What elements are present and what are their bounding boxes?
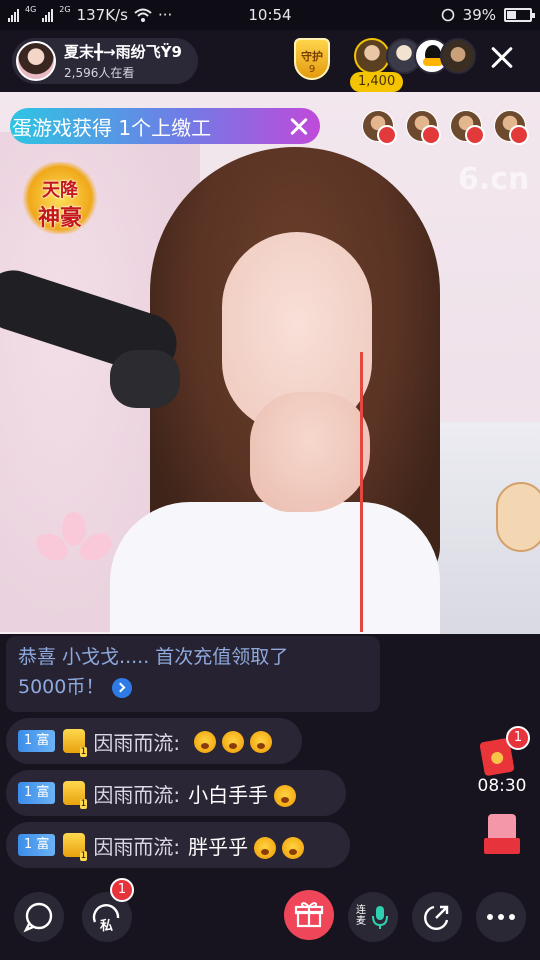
host-info[interactable]: 夏末╋→雨纷飞Ϋ9 2,596人在看: [12, 38, 198, 84]
host-name: 夏末╋→雨纷飞Ϋ9: [64, 43, 182, 61]
chat-button[interactable]: [14, 892, 64, 942]
guard-level: 9: [308, 64, 316, 75]
marquee-notice[interactable]: 蛋游戏获得 1个上缴工: [10, 108, 320, 144]
headphone-cable: [360, 352, 363, 632]
sleepy-emoji-icon: [250, 731, 273, 754]
fan-list: [362, 110, 529, 145]
battery-icon: [504, 8, 535, 22]
gold-badge-bottom: 神豪: [37, 206, 82, 231]
microphone-head: [110, 350, 180, 408]
chat-text: [188, 729, 273, 754]
crying-emoji-icon: [274, 785, 297, 807]
coin-badge: 1,400: [350, 72, 404, 92]
viewer-count: 2,596人在看: [64, 66, 135, 80]
more-button[interactable]: [476, 892, 526, 942]
share-button[interactable]: [412, 892, 462, 942]
guard-label: 守护: [301, 50, 323, 63]
gold-badge-top: 天降: [42, 180, 78, 201]
chat-username[interactable]: 因雨而流:: [93, 727, 180, 756]
wealth-level-badge: 1 富: [18, 730, 56, 752]
close-notice-icon[interactable]: [288, 115, 310, 137]
wifi-icon: [134, 8, 152, 22]
vip-level: 1: [79, 851, 88, 861]
streamer-hand: [250, 392, 370, 512]
host-avatar[interactable]: [16, 41, 56, 81]
tianjiang-shenhao-badge[interactable]: 天降 神豪: [22, 162, 98, 234]
wealth-level-badge: 1 富: [18, 782, 56, 804]
vip-badge-icon: 1: [63, 833, 88, 861]
signal-tag-2g: 2G: [59, 5, 71, 14]
chat-message[interactable]: 1 富 1 因雨而流:: [6, 718, 302, 764]
signal-icon-2: [42, 8, 54, 22]
watermark-logo: 6.cn: [458, 162, 530, 197]
chat-text: 小白手手: [188, 779, 297, 808]
status-bar: 4G 2G 137K/s ··· 10:54 39%: [0, 0, 540, 30]
chat-text-content: 小白手手: [188, 782, 269, 807]
guard-badge[interactable]: 守护 9: [288, 38, 336, 84]
chat-bubble-icon: [23, 902, 53, 933]
surprised-emoji-icon: [194, 731, 217, 754]
surprised-emoji-icon: [222, 731, 245, 754]
activity-cup-icon[interactable]: [484, 814, 520, 856]
chat-message[interactable]: 1 富 1 因雨而流: 小白手手: [6, 770, 346, 816]
private-label: 私: [100, 919, 114, 934]
red-packet-timer: 08:30: [477, 776, 527, 796]
close-icon[interactable]: [484, 40, 520, 76]
vip-badge-icon: 1: [63, 729, 88, 757]
host-text: 夏末╋→雨纷飞Ϋ9 2,596人在看: [64, 41, 182, 81]
congrats-line-2: 5000币！: [18, 672, 368, 702]
fan-avatar[interactable]: [450, 110, 485, 145]
link-mic-button[interactable]: 连麦: [348, 892, 398, 942]
crying-emoji-icon: [254, 837, 277, 859]
wealth-level-badge: 1 富: [18, 834, 56, 856]
battery-level: [507, 11, 516, 19]
chat-text: 胖乎乎: [188, 831, 305, 860]
more-status-icon: ···: [157, 6, 173, 24]
viewer-avatar[interactable]: [354, 38, 390, 74]
gift-icon: [294, 902, 324, 928]
red-packet-count-badge: 1: [506, 726, 530, 750]
streamer-shirt: [110, 502, 440, 634]
private-message-badge: 1: [110, 878, 134, 902]
chat-username[interactable]: 因雨而流:: [93, 779, 180, 808]
room-header: 夏末╋→雨纷飞Ϋ9 2,596人在看 守护 9: [0, 30, 540, 92]
crying-emoji-icon: [282, 837, 305, 859]
fan-avatar[interactable]: [494, 110, 529, 145]
share-icon: [424, 905, 449, 930]
signal-icon: [8, 8, 19, 22]
gift-button[interactable]: [284, 890, 334, 940]
network-speed: 137K/s: [76, 6, 128, 24]
vip-badge-icon: 1: [63, 781, 88, 809]
status-right: 39%: [441, 6, 535, 24]
microphone-icon: [372, 906, 388, 929]
congrats-line-1: 恭喜 小戈戈..... 首次充值领取了: [18, 646, 289, 668]
alarm-icon: [441, 8, 454, 22]
system-congrats-message: 恭喜 小戈戈..... 首次充值领取了 5000币！: [6, 636, 380, 712]
vip-level: 1: [79, 747, 88, 757]
chat-text-content: 胖乎乎: [188, 834, 249, 859]
battery-percent: 39%: [462, 6, 496, 24]
notice-text: 蛋游戏获得 1个上缴工: [12, 115, 212, 140]
fan-avatar[interactable]: [362, 110, 397, 145]
more-dots-icon: [487, 914, 515, 920]
bear-sticker-icon: [496, 482, 540, 552]
live-video[interactable]: 6.cn 天降 神豪 蛋游戏获得 1个上缴工: [0, 92, 540, 634]
fan-avatar[interactable]: [406, 110, 441, 145]
chat-message[interactable]: 1 富 1 因雨而流: 胖乎乎: [6, 822, 350, 868]
viewer-avatar[interactable]: [440, 38, 476, 74]
signal-tag-4g: 4G: [25, 5, 37, 14]
flower-sticker-icon: [31, 512, 117, 572]
vip-level: 1: [79, 799, 88, 809]
chevron-right-icon[interactable]: [112, 677, 133, 698]
chat-username[interactable]: 因雨而流:: [93, 831, 180, 860]
status-left: 4G 2G 137K/s ···: [8, 6, 172, 24]
congrats-amount: 5000币！: [18, 676, 105, 698]
